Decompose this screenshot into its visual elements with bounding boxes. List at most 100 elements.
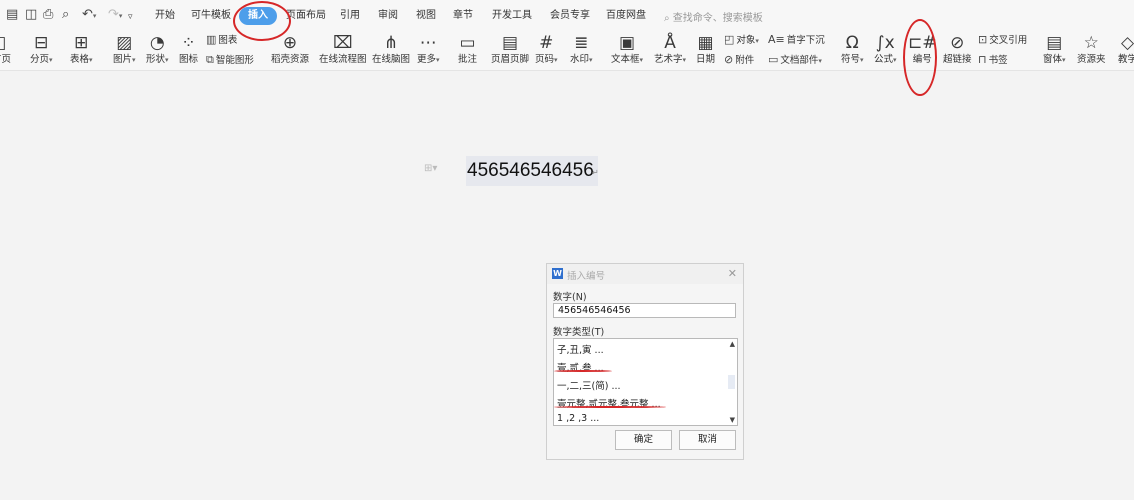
form-icon: ▤ xyxy=(1046,33,1063,53)
page-break-icon: ⊟ xyxy=(34,33,49,53)
watermark-button[interactable]: ≣ 水印▾ xyxy=(570,32,593,66)
number-type-list[interactable]: 子,丑,寅 ... 壹,贰,叁 ... 一,二,三(简) ... 壹元整,贰元整… xyxy=(553,338,738,426)
watermark-icon: ≣ xyxy=(574,33,589,53)
hyperlink-button[interactable]: ⊘ 超链接 xyxy=(943,32,972,66)
drop-cap-button[interactable]: A≡ 首字下沉 xyxy=(768,34,825,47)
customize-icon[interactable]: ▿ xyxy=(128,10,133,24)
command-search[interactable]: ⌕ 查找命令、搜索模板 xyxy=(664,9,763,24)
print-preview-icon[interactable]: ⌕ xyxy=(62,8,69,22)
smart-art-icon: ⧉ xyxy=(206,53,214,66)
annotation-circle-insert-tab xyxy=(233,1,291,41)
page-number-button[interactable]: # 页码▾ xyxy=(535,32,558,66)
online-mindmap-button[interactable]: ⋔ 在线脑图 xyxy=(372,32,410,66)
tab-references[interactable]: 引用 xyxy=(340,9,360,23)
more-button[interactable]: ⋯ 更多▾ xyxy=(417,32,440,66)
annotation-underline-yuanzheng xyxy=(554,406,666,408)
wps-logo-icon: W xyxy=(552,268,563,279)
drop-cap-icon: A≡ xyxy=(768,33,785,46)
save-icon[interactable]: ▤ xyxy=(6,8,18,22)
save-as-icon[interactable]: ◫ xyxy=(25,8,37,22)
selected-document-text[interactable]: 456546546456 xyxy=(466,156,598,186)
list-item[interactable]: 子,丑,寅 ... xyxy=(557,342,604,356)
number-type-label: 数字类型(T) xyxy=(553,327,605,338)
paragraph-handle-icon[interactable]: ⊞▾ xyxy=(424,163,437,174)
chart-icon: ▥ xyxy=(206,33,217,46)
symbol-button[interactable]: Ω 符号▾ xyxy=(841,32,864,66)
table-icon: ⊞ xyxy=(74,33,89,53)
redo-icon[interactable]: ↷▾ xyxy=(108,8,122,23)
tab-start[interactable]: 开始 xyxy=(155,9,175,23)
annotation-circle-numbering xyxy=(903,19,937,96)
tab-page-layout[interactable]: 页面布局 xyxy=(286,9,326,23)
shape-button[interactable]: ◔ 形状▾ xyxy=(146,32,169,66)
tab-developer[interactable]: 开发工具 xyxy=(492,9,532,23)
tab-template[interactable]: 可牛模板 xyxy=(191,9,231,23)
shape-icon: ◔ xyxy=(149,33,165,53)
icon-library-button[interactable]: ⁘ 图标 xyxy=(179,32,198,66)
object-button[interactable]: ◰ 对象▾ xyxy=(724,34,759,47)
list-scrollbar[interactable]: ▲ ▼ xyxy=(725,339,737,425)
list-item[interactable]: 1 ,2 ,3 ... xyxy=(557,413,599,424)
header-footer-button[interactable]: ▤ 页眉页脚 xyxy=(491,32,529,66)
wordart-icon: Å xyxy=(664,33,676,53)
textbox-icon: ▣ xyxy=(618,33,636,53)
omega-icon: Ω xyxy=(845,33,859,53)
page-number-icon: # xyxy=(539,33,554,53)
ok-button[interactable]: 确定 xyxy=(615,430,672,450)
date-button[interactable]: ▦ 日期 xyxy=(696,32,715,66)
print-icon[interactable]: ⎙ xyxy=(43,8,53,22)
undo-icon[interactable]: ↶▾ xyxy=(82,8,96,23)
page-break-button[interactable]: ⊟ 分页▾ xyxy=(30,32,53,66)
cancel-button[interactable]: 取消 xyxy=(679,430,736,450)
dialog-title-bar: W 插入编号 ✕ xyxy=(547,264,743,284)
picture-button[interactable]: ▨ 图片▾ xyxy=(113,32,136,66)
insert-number-dialog: W 插入编号 ✕ 数字(N) 数字类型(T) 子,丑,寅 ... 壹,贰,叁 .… xyxy=(546,263,744,460)
chevron-down-icon[interactable]: ▼ xyxy=(730,416,735,424)
cross-reference-button[interactable]: ⊡ 交叉引用 xyxy=(978,34,1027,47)
table-button[interactable]: ⊞ 表格▾ xyxy=(70,32,93,66)
attachment-button[interactable]: ⊘ 附件 xyxy=(724,54,754,67)
paperclip-icon: ⊘ xyxy=(724,53,734,66)
tab-member[interactable]: 会员专享 xyxy=(550,9,590,23)
scrollbar-thumb[interactable] xyxy=(728,375,735,389)
annotation-underline-daxie xyxy=(554,370,612,372)
doc-parts-icon: ▭ xyxy=(768,53,779,66)
picture-icon: ▨ xyxy=(116,33,133,53)
wordart-button[interactable]: Å 艺术字▾ xyxy=(654,32,686,66)
mindmap-icon: ⋔ xyxy=(383,33,399,53)
formula-button[interactable]: ∫x 公式▾ xyxy=(874,32,897,66)
bookmark-icon: ⊓ xyxy=(978,53,987,66)
link-icon: ⊘ xyxy=(950,33,965,53)
textbox-button[interactable]: ▣ 文本框▾ xyxy=(611,32,643,66)
chart-button[interactable]: ▥ 图表 xyxy=(206,34,237,47)
calendar-icon: ▦ xyxy=(697,33,714,53)
online-flowchart-button[interactable]: ⌧ 在线流程图 xyxy=(319,32,367,66)
smart-art-button[interactable]: ⧉ 智能图形 xyxy=(206,54,254,67)
form-button[interactable]: ▤ 窗体▾ xyxy=(1043,32,1066,66)
comment-button[interactable]: ▭ 批注 xyxy=(458,32,477,66)
star-folder-icon: ☆ xyxy=(1083,33,1099,53)
insert-ribbon: ▯首页 ⊟分页▾ ⊞表格▾ ▨图片▾ ◔形状▾ ⁘图标 ▥图表 ⧉智能图形 ⊕稻… xyxy=(0,30,1134,71)
comment-icon: ▭ xyxy=(459,33,476,53)
teaching-button[interactable]: ◇ 教学 xyxy=(1118,32,1134,66)
flowchart-icon: ⌧ xyxy=(332,33,353,53)
header-footer-icon: ▤ xyxy=(501,33,519,53)
first-page-button[interactable]: ▯首页 xyxy=(0,32,11,66)
resource-folder-button[interactable]: ☆ 资源夹 xyxy=(1077,32,1106,66)
number-input[interactable] xyxy=(553,303,736,318)
formula-icon: ∫x xyxy=(875,33,895,53)
dialog-title: 插入编号 xyxy=(567,271,606,282)
number-label: 数字(N) xyxy=(553,292,587,303)
tab-view[interactable]: 视图 xyxy=(416,9,436,23)
tab-baidu-netdisk[interactable]: 百度网盘 xyxy=(606,9,646,23)
tab-section[interactable]: 章节 xyxy=(453,9,473,23)
doc-parts-button[interactable]: ▭ 文档部件▾ xyxy=(768,54,822,67)
tab-review[interactable]: 审阅 xyxy=(378,9,398,23)
bookmark-button[interactable]: ⊓ 书签 xyxy=(978,54,1008,67)
list-item[interactable]: 一,二,三(简) ... xyxy=(557,378,621,392)
paragraph-mark-icon: ↵ xyxy=(592,168,599,177)
close-icon[interactable]: ✕ xyxy=(728,267,737,280)
chevron-up-icon[interactable]: ▲ xyxy=(730,340,735,348)
icons-grid-icon: ⁘ xyxy=(181,33,196,53)
more-icon: ⋯ xyxy=(419,33,437,53)
